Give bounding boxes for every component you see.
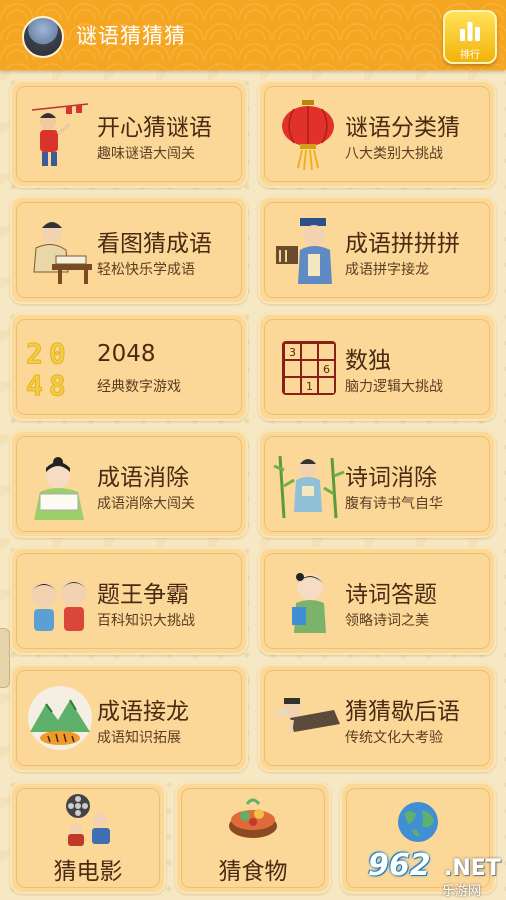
game-title: 看图猜成语: [97, 231, 212, 257]
boy-reading-icon: [292, 573, 326, 633]
food-bowl-icon: [229, 798, 277, 838]
svg-text:20: 20: [26, 337, 72, 370]
game-title: 成语消除: [97, 465, 189, 491]
globe-icon: [398, 802, 438, 842]
watermark-suffix: .NET: [444, 856, 501, 881]
game-card-guess-movie[interactable]: 猜电影: [10, 782, 166, 894]
sudoku-digit: 6: [323, 363, 330, 376]
game-title: 开心猜谜语: [97, 115, 212, 141]
sudoku-digit: 3: [289, 346, 296, 359]
user-avatar[interactable]: [22, 16, 64, 58]
game-title: 猜猜歇后语: [345, 699, 460, 725]
watermark-site: 乐游网: [442, 884, 482, 899]
game-subtitle: 腹有诗书气自华: [345, 496, 443, 512]
game-title: 谜语分类猜: [345, 115, 460, 141]
game-subtitle: 趣味谜语大闯关: [97, 146, 195, 162]
game-title: 数独: [345, 348, 391, 374]
game-subtitle: 传统文化大考验: [345, 730, 443, 746]
game-card-sudoku[interactable]: 3 6 1 数独 脑力逻辑大挑战: [258, 313, 496, 421]
game-card-idiom-puzzle[interactable]: 成语拼拼拼 成语拼字接龙: [258, 196, 496, 304]
game-subtitle: 成语消除大闯关: [97, 496, 195, 512]
game-subtitle: 八大类别大挑战: [345, 146, 443, 162]
game-card-idiom-chain[interactable]: 成语接龙 成语知识拓展: [10, 664, 248, 772]
red-lantern-icon: [282, 100, 334, 171]
sudoku-digit: 1: [306, 380, 313, 393]
game-title: 诗词消除: [345, 465, 437, 491]
mountain-tiger-icon: [28, 686, 92, 750]
game-title: 成语接龙: [97, 699, 189, 725]
scholar-reading-icon: [33, 222, 92, 284]
game-subtitle: 脑力逻辑大挑战: [345, 379, 443, 395]
game-card-poem-elimination[interactable]: 诗词消除 腹有诗书气自华: [258, 430, 496, 538]
game-card-category-riddles[interactable]: 谜语分类猜 八大类别大挑战: [258, 80, 496, 188]
game-card-xiehouyu[interactable]: 猜猜歇后语 传统文化大考验: [258, 664, 496, 772]
game-title: 成语拼拼拼: [345, 231, 460, 257]
sudoku-grid-icon: 3 6 1: [282, 341, 336, 395]
game-title: 题王争霸: [97, 582, 189, 608]
game-subtitle: 成语拼字接龙: [345, 262, 429, 278]
watermark-number: 962: [368, 848, 431, 883]
site-watermark: 962 .NET 乐游网: [366, 848, 502, 899]
2048-tiles-icon: 20 48: [26, 337, 72, 403]
game-title: 猜食物: [218, 859, 288, 885]
bar-chart-icon: [460, 22, 480, 41]
game-card-idiom-elimination[interactable]: 成语消除 成语消除大闯关: [10, 430, 248, 538]
svg-text:48: 48: [26, 369, 72, 402]
ranking-button[interactable]: 排行: [443, 10, 497, 64]
game-card-guess-food[interactable]: 猜食物: [175, 782, 331, 894]
game-subtitle: 经典数字游戏: [97, 379, 181, 395]
game-card-poem-quiz[interactable]: 诗词答题 领略诗词之美: [258, 547, 496, 655]
game-subtitle: 领略诗词之美: [345, 613, 429, 629]
reclining-sage-icon: [276, 698, 340, 735]
film-reel-icon: [66, 794, 110, 846]
game-title: 2048: [97, 341, 156, 367]
game-title: 猜电影: [53, 859, 123, 885]
ancient-teacher-icon: [276, 218, 332, 284]
two-kids-icon: [30, 580, 88, 631]
game-subtitle: 轻松快乐学成语: [97, 262, 195, 278]
app-title: 谜语猜猜猜: [76, 24, 186, 48]
game-subtitle: 百科知识大挑战: [97, 613, 195, 629]
game-subtitle: 成语知识拓展: [97, 730, 181, 746]
game-title: 诗词答题: [345, 582, 437, 608]
top-bar: 谜语猜猜猜 排行: [0, 0, 506, 70]
game-card-happy-riddles[interactable]: 开心猜谜语 趣味谜语大闯关: [10, 80, 248, 188]
game-card-2048[interactable]: 20 48 2048 经典数字游戏: [10, 313, 248, 421]
poet-bamboo-icon: [273, 455, 345, 519]
game-card-quiz-king[interactable]: 题王争霸 百科知识大挑战: [10, 547, 248, 655]
lantern-boy-icon: [31, 103, 89, 166]
ranking-label: 排行: [460, 50, 480, 61]
girl-with-scroll-icon: [34, 457, 84, 520]
game-card-picture-idioms[interactable]: 看图猜成语 轻松快乐学成语: [10, 196, 248, 304]
side-drawer-handle[interactable]: [0, 628, 10, 688]
